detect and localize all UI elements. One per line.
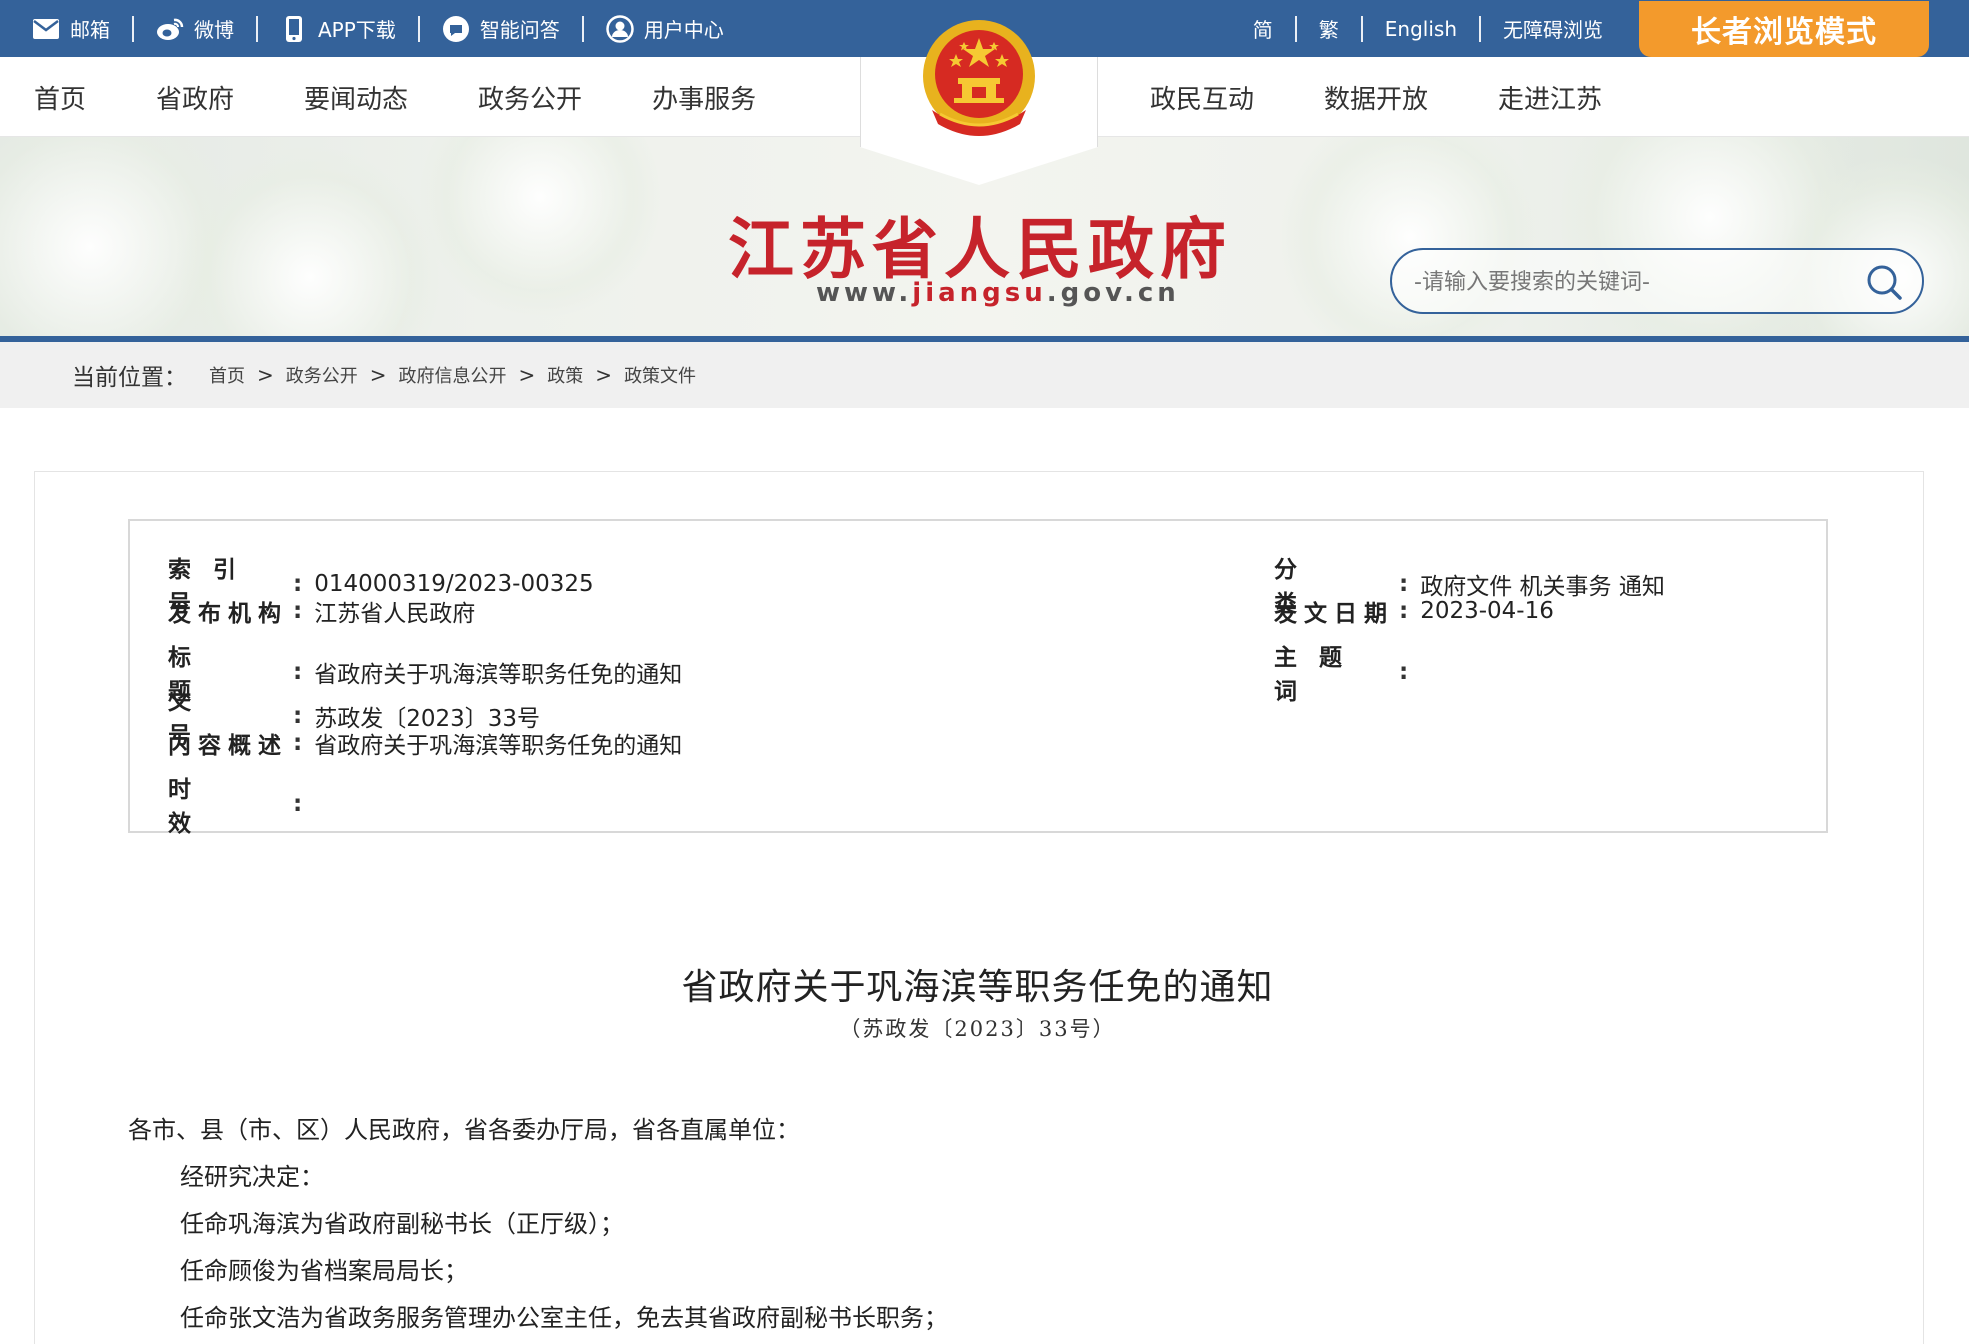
lang-traditional[interactable]: 繁 [1297,14,1361,43]
top-link-qa[interactable]: 智能问答 [420,0,582,57]
nav-interaction[interactable]: 政民互动 [1150,79,1254,116]
site-url-suffix: .gov.cn [1046,278,1180,308]
site-url: www.jiangsu.gov.cn [816,278,1180,308]
document-paragraph: 任命张文浩为省政务服务管理办公室主任，免去其省政府副秘书长职务； [180,1304,948,1332]
meta-subject: 主题词: [1274,638,1420,706]
nav-news[interactable]: 要闻动态 [304,79,408,116]
weibo-icon [156,15,184,43]
meta-colon: : [293,598,303,624]
breadcrumb-separator: > [369,363,387,387]
meta-key: 内容概述 [168,733,288,759]
user-icon [606,14,634,43]
meta-value: 省政府关于巩海滨等职务任免的通知 [314,733,683,759]
breadcrumb-separator: > [595,363,613,387]
breadcrumb-item-policy-docs[interactable]: 政策文件 [624,362,696,388]
breadcrumb-item-policy[interactable]: 政策 [547,362,583,388]
top-link-label: 微博 [194,18,234,42]
document-number: （苏政发〔2023〕33号） [839,1017,1116,1041]
nav-province-gov[interactable]: 省政府 [156,79,234,116]
accessibility-link[interactable]: 无障碍浏览 [1481,14,1625,43]
elder-mode-button[interactable]: 长者浏览模式 [1639,0,1929,57]
document-paragraph: 任命巩海滨为省政府副秘书长（正厅级）； [180,1210,624,1238]
nav-open-data[interactable]: 数据开放 [1324,79,1428,116]
meta-colon: : [1399,598,1409,624]
breadcrumb-bar: 当前位置： 首页 > 政务公开 > 政府信息公开 > 政策 > 政策文件 [0,342,1969,408]
nav-gov-affairs[interactable]: 政务公开 [478,79,582,116]
breadcrumb-item-gov-affairs[interactable]: 政务公开 [286,362,358,388]
document-paragraph: 经研究决定： [180,1163,324,1191]
meta-value: 江苏省人民政府 [314,601,476,627]
divider [1294,15,1297,42]
meta-colon: : [293,791,303,817]
breadcrumb-item-info-disclosure[interactable]: 政府信息公开 [399,362,507,388]
meta-colon: : [293,730,303,756]
breadcrumb: 当前位置： 首页 > 政务公开 > 政府信息公开 > 政策 > 政策文件 [72,342,696,408]
divider [132,15,134,42]
top-links: 邮箱 微博 APP下载 智能问答 用户中心 [30,0,746,57]
top-link-user[interactable]: 用户中心 [584,0,746,57]
mail-icon [32,15,60,43]
lang-english[interactable]: English [1363,17,1479,41]
meta-colon: : [1399,659,1409,685]
nav-right-group: 政民互动 数据开放 走进江苏 [1150,57,1672,137]
divider [1479,15,1481,42]
divider [581,15,584,42]
language-links: 简 繁 English 无障碍浏览 长者浏览模式 [1231,0,1969,57]
document-addressee: 各市、县（市、区）人民政府，省各委办厅局，省各直属单位： [128,1116,800,1144]
nav-home[interactable]: 首页 [34,79,86,116]
divider [1360,15,1363,42]
meta-key: 时效 [168,777,261,837]
document-paragraph: 任命顾俊为省档案局局长； [180,1257,468,1285]
divider [417,15,420,42]
top-link-label: APP下载 [318,18,396,42]
meta-issuer: 发布机构: 江苏省人民政府 [168,594,475,628]
chat-icon [442,15,470,43]
search-icon[interactable] [1864,262,1904,302]
breadcrumb-item-home[interactable]: 首页 [209,362,245,388]
top-link-label: 智能问答 [479,18,560,42]
top-link-mail[interactable]: 邮箱 [30,0,132,57]
breadcrumb-separator: > [518,363,536,387]
top-link-weibo[interactable]: 微博 [134,0,256,57]
site-url-prefix: www. [816,278,913,308]
divider [256,15,258,42]
emblem-backdrop-tip [860,147,1098,185]
meta-key: 主题词 [1274,645,1364,705]
document-title: 省政府关于巩海滨等职务任免的通知 [681,967,1274,1008]
nav-left-group: 首页 省政府 要闻动态 政务公开 办事服务 [0,57,826,137]
meta-key: 发文日期 [1274,601,1394,627]
phone-icon [280,15,308,43]
search-input[interactable] [1414,264,1854,300]
search-box [1390,248,1924,314]
meta-date: 发文日期: 2023-04-16 [1274,594,1554,628]
meta-validity: 时效: [168,770,314,838]
top-link-label: 用户中心 [643,18,724,42]
top-link-app[interactable]: APP下载 [258,0,418,57]
meta-key: 发布机构 [168,601,288,627]
banner-decoration [420,137,660,317]
top-link-label: 邮箱 [70,18,110,42]
breadcrumb-separator: > [257,363,274,387]
meta-value: 2023-04-16 [1420,598,1554,624]
national-emblem-icon[interactable] [912,14,1046,148]
nav-about-jiangsu[interactable]: 走进江苏 [1498,79,1602,116]
site-url-highlight: jiangsu [912,278,1047,308]
meta-summary: 内容概述: 省政府关于巩海滨等职务任免的通知 [168,726,682,760]
nav-services[interactable]: 办事服务 [652,79,756,116]
lang-simplified[interactable]: 简 [1231,14,1295,43]
breadcrumb-label: 当前位置： [72,365,187,391]
